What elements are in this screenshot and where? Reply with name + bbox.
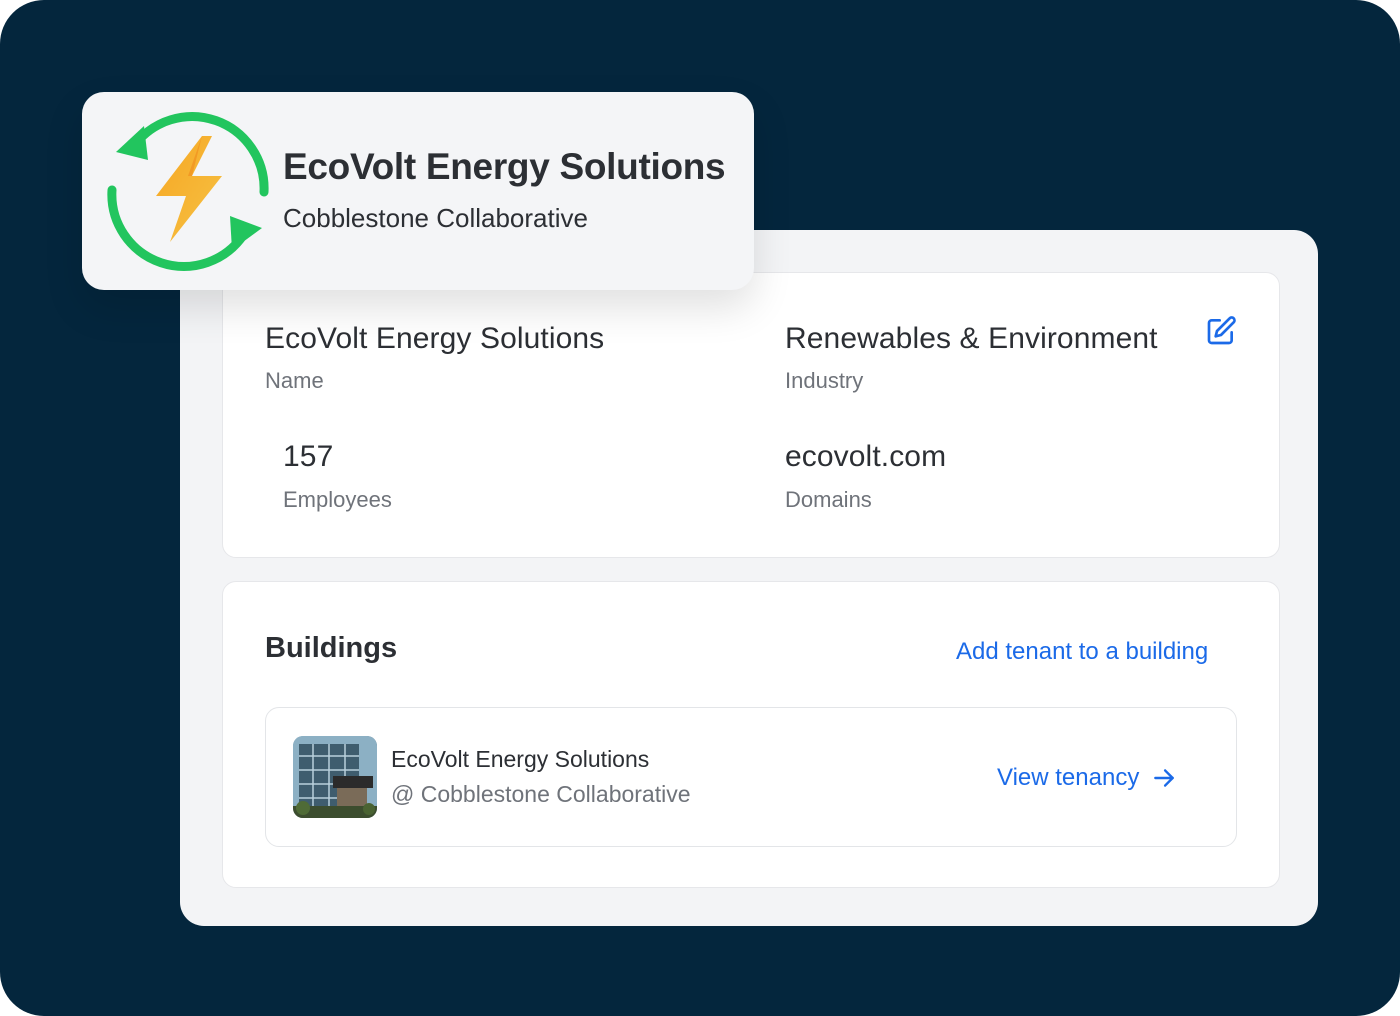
buildings-title: Buildings [265,632,398,664]
lightning-refresh-icon [107,112,269,271]
employees-value: 157 [283,440,334,473]
header-company-name: EcoVolt Energy Solutions [283,146,726,187]
header-building-name: Cobblestone Collaborative [283,203,588,233]
building-item-location: @ Cobblestone Collaborative [391,781,691,807]
tenant-details-card [222,272,1280,558]
edit-details-button[interactable] [1204,314,1238,348]
building-image [293,736,377,818]
app-frame: EcoVolt Energy Solutions Name Renewables… [0,0,1400,1016]
building-item-name: EcoVolt Energy Solutions [391,746,650,772]
edit-icon [1207,316,1236,345]
employees-label: Employees [283,487,392,512]
company-name-label: Name [265,368,324,393]
company-name-value: EcoVolt Energy Solutions [265,322,605,355]
add-tenant-to-building-link[interactable]: Add tenant to a building [956,638,1208,666]
view-tenancy-link[interactable]: View tenancy [997,764,1177,792]
domains-label: Domains [785,487,872,512]
arrow-right-icon [1154,769,1175,787]
view-tenancy-label: View tenancy [997,764,1140,791]
industry-label: Industry [785,368,864,393]
industry-value: Renewables & Environment [785,322,1158,355]
domains-value: ecovolt.com [785,440,947,473]
building-thumbnail [293,736,377,818]
